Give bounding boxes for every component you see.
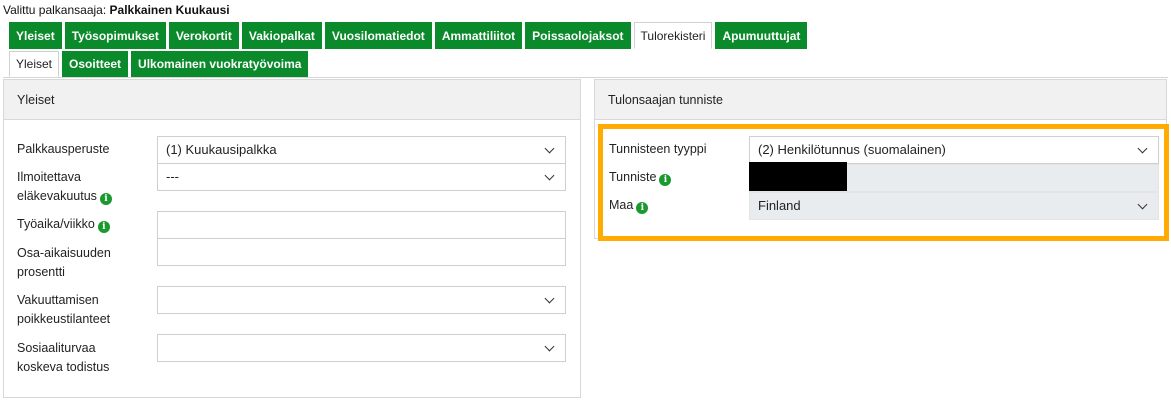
subtab-ulkomainen-vuokratyovoima[interactable]: Ulkomainen vuokratyövoima bbox=[131, 51, 309, 77]
tab-tyosopimukset[interactable]: Työsopimukset bbox=[64, 22, 166, 49]
redaction-bar bbox=[749, 162, 847, 191]
selected-employee-name: Palkkainen Kuukausi bbox=[109, 3, 230, 17]
income-recipient-id-title: Tulonsaajan tunniste bbox=[595, 80, 1166, 120]
subtab-yleiset[interactable]: Yleiset bbox=[9, 51, 60, 77]
income-recipient-id-panel: Tulonsaajan tunniste Tunnisteen tyyppi (… bbox=[594, 79, 1167, 239]
vakuuttaminen-select[interactable] bbox=[157, 286, 566, 314]
subtab-osoitteet[interactable]: Osoitteet bbox=[62, 51, 129, 77]
maa-select[interactable]: Finland bbox=[749, 192, 1159, 220]
sosiaaliturva-select[interactable] bbox=[157, 334, 566, 362]
info-icon[interactable]: i bbox=[97, 221, 110, 233]
maa-label: Maa i bbox=[609, 196, 649, 215]
tab-yleiset[interactable]: Yleiset bbox=[9, 22, 62, 49]
sub-tabs: Yleiset Osoitteet Ulkomainen vuokratyövo… bbox=[9, 51, 311, 77]
tab-verokortit[interactable]: Verokortit bbox=[168, 22, 239, 49]
tab-ammattiliitot[interactable]: Ammattiliitot bbox=[434, 22, 523, 49]
osa-aikaisuus-input[interactable] bbox=[157, 238, 566, 266]
tab-vuosilomatiedot[interactable]: Vuosilomatiedot bbox=[324, 22, 432, 49]
selected-employee-prefix: Valittu palkansaaja: bbox=[3, 3, 107, 17]
palkkausperuste-label: Palkkausperuste bbox=[17, 142, 110, 156]
vakuuttaminen-label: Vakuuttamisen poikkeustilanteet bbox=[17, 293, 111, 326]
selected-employee-line: Valittu palkansaaja: Palkkainen Kuukausi bbox=[3, 3, 230, 17]
tunnisteen-tyyppi-select[interactable]: (2) Henkilötunnus (suomalainen) bbox=[749, 136, 1159, 164]
general-panel: Yleiset Palkkausperuste (1) Kuukausipalk… bbox=[3, 79, 581, 398]
sosiaaliturva-label: Sosiaaliturvaa koskeva todistus bbox=[17, 341, 110, 374]
tunniste-label: Tunniste i bbox=[609, 168, 672, 187]
palkkausperuste-select[interactable]: (1) Kuukausipalkka bbox=[157, 136, 566, 164]
tab-tulorekisteri[interactable]: Tulorekisteri bbox=[633, 22, 713, 49]
elakevakuutus-label: Ilmoitettava eläkevakuutus i bbox=[17, 168, 112, 206]
info-icon[interactable]: i bbox=[636, 202, 649, 214]
osa-aikaisuus-label: Osa-aikaisuuden prosentti bbox=[17, 246, 111, 279]
tab-vakiopalkat[interactable]: Vakiopalkat bbox=[241, 22, 322, 49]
tyoaika-label: Työaika/viikko i bbox=[17, 215, 110, 234]
tab-apumuuttujat[interactable]: Apumuuttujat bbox=[715, 22, 808, 49]
info-icon[interactable]: i bbox=[659, 174, 672, 186]
tab-poissaolojaksot[interactable]: Poissaolojaksot bbox=[525, 22, 631, 49]
general-panel-title: Yleiset bbox=[4, 80, 580, 120]
elakevakuutus-select[interactable]: --- bbox=[157, 163, 566, 191]
tunnisteen-tyyppi-label: Tunnisteen tyyppi bbox=[609, 142, 707, 156]
tab-divider bbox=[3, 77, 1168, 78]
main-tabs: Yleiset Työsopimukset Verokortit Vakiopa… bbox=[9, 22, 810, 49]
info-icon[interactable]: i bbox=[99, 193, 112, 205]
tyoaika-input[interactable] bbox=[157, 211, 566, 239]
